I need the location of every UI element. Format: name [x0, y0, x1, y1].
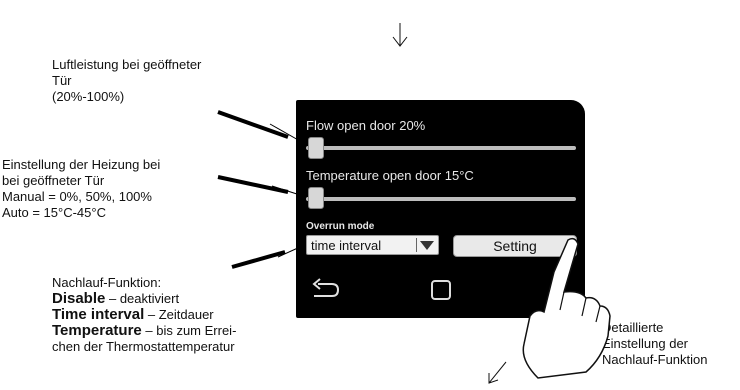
flow-slider-track[interactable]	[306, 146, 576, 150]
select-separator	[416, 238, 417, 252]
home-square-icon[interactable]	[431, 280, 451, 300]
overrun-pointer-arrow-icon	[231, 246, 301, 269]
overrun-mode-value: time interval	[311, 238, 382, 253]
temperature-label: Temperature open door 15°C	[306, 168, 474, 183]
bottom-down-arrow-icon	[488, 361, 507, 384]
overrun-mode-label: Overrun mode	[306, 221, 375, 232]
heat-pointer-arrow-icon	[217, 175, 301, 196]
flow-label: Flow open door 20%	[306, 118, 426, 133]
overrun-mode-select[interactable]: time interval	[306, 235, 439, 255]
flow-slider-thumb[interactable]	[308, 137, 324, 159]
flow-pointer-arrow-icon	[217, 110, 301, 142]
temperature-slider-track[interactable]	[306, 197, 576, 201]
chevron-down-icon	[420, 241, 434, 250]
hand-pointer-icon	[522, 237, 611, 379]
temperature-slider-thumb[interactable]	[308, 187, 324, 209]
back-arrow-icon[interactable]	[310, 278, 340, 300]
